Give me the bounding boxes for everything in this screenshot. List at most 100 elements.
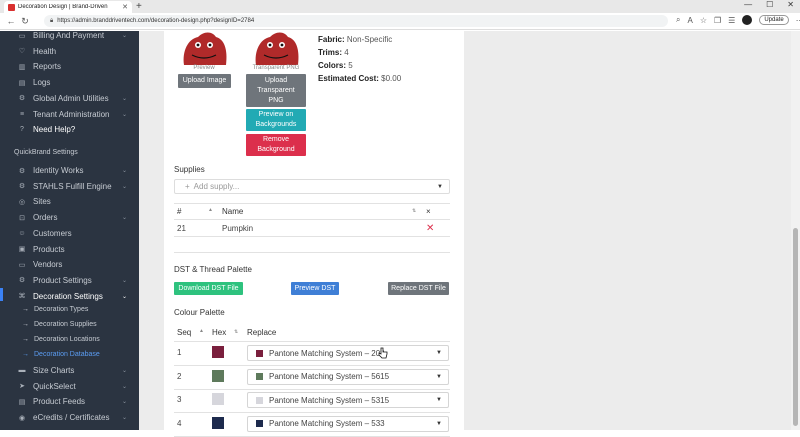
sidebar-item-logs[interactable]: ▤ Logs [0,75,139,90]
sidebar-item-customers[interactable]: ☺ Customers [0,226,139,241]
col-number-header[interactable]: # [177,207,181,216]
sidebar-item-label: Sites [33,197,51,207]
sidebar-item-label: Reports [33,62,62,72]
replace-color-select[interactable]: Pantone Matching System – 208 ▼ [247,345,449,361]
sidebar-subitem-decoration-supplies[interactable]: → Decoration Supplies [22,317,97,331]
col-name-header[interactable]: Name [222,207,243,216]
plus-icon: + [185,182,190,191]
sidebar-subitem-decoration-types[interactable]: → Decoration Types [22,302,88,316]
sidebar-item-label: Billing And Payment [33,31,105,40]
minimize-icon[interactable]: — [744,0,752,9]
window-controls: — ☐ ✕ [744,0,794,9]
sidebar-item-identity-works[interactable]: ⚙ Identity Works ⌄ [0,163,139,178]
sidebar-item-label: QuickSelect [33,381,76,391]
sidebar-item-ecredits-certificates[interactable]: ◉ eCredits / Certificates ⌄ [0,410,139,425]
chevron-down-icon: ⌄ [121,383,127,390]
sidebar-item-need-help[interactable]: ? Need Help? [0,122,139,137]
palette-seq: 4 [177,418,182,428]
replace-color-select[interactable]: Pantone Matching System – 5615 ▼ [247,368,449,385]
scrollbar-thumb[interactable] [793,228,798,426]
upload-image-button[interactable]: Upload Image [178,74,231,88]
remove-supply-icon[interactable]: ✕ [426,223,434,234]
coin-icon: ◉ [18,414,26,422]
color-chip [256,396,263,404]
replace-color-select[interactable]: Pantone Matching System – 5315 ▼ [247,392,449,408]
col-hex-header[interactable]: Hex [212,328,226,337]
sidebar-item-label: STAHLS Fulfill Engine [33,181,112,191]
url-field[interactable]: 🔒︎ https://admin.branddriventech.com/dec… [44,15,668,27]
sidebar-item-tenant-administration[interactable]: ≡ Tenant Administration ⌄ [0,107,139,122]
sidebar-item-product-feeds[interactable]: ▤ Product Feeds ⌄ [0,394,139,409]
sidebar-subitem-label: Decoration Types [34,305,89,313]
profile-avatar[interactable] [742,15,753,25]
command-icon: ⌘ [18,293,26,301]
sort-icon[interactable]: ▲ [199,328,204,334]
supply-name: Pumpkin [222,224,254,233]
download-dst-button[interactable]: Download DST File [174,282,243,295]
sort-icon[interactable]: ⇅ [412,208,416,214]
gear-icon: ⚙ [18,167,26,175]
cursor-icon: ➤ [19,383,25,391]
collections-icon[interactable]: ❐ [714,16,721,25]
sidebar-item-sites[interactable]: ◎ Sites [0,194,139,209]
replace-color-value: Pantone Matching System – 5615 [269,372,390,381]
col-seq-header[interactable]: Seq [177,328,191,337]
page-scrollbar[interactable] [791,31,800,430]
back-icon[interactable]: ← [4,16,18,26]
dst-heading: DST & Thread Palette [174,265,252,274]
update-button[interactable]: Update [759,15,789,25]
chevron-down-icon: ▼ [437,183,443,190]
heart-icon: ♡ [18,48,26,56]
sidebar-item-health[interactable]: ♡ Health [0,44,139,59]
users-icon: ☺ [18,229,26,237]
billing-icon: ▭ [18,32,26,40]
col-replace-header[interactable]: Replace [247,328,276,337]
sidebar-subitem-decoration-locations[interactable]: → Decoration Locations [22,332,100,346]
palette-seq: 2 [177,371,182,381]
add-supply-select[interactable]: + Add supply... ▼ [174,179,450,194]
add-supply-placeholder: Add supply... [193,182,240,191]
favorite-icon[interactable]: ☆ [700,16,707,25]
refresh-icon[interactable]: ↻ [18,16,32,27]
favorites-bar-icon[interactable]: ☰ [728,16,735,25]
sidebar-item-vendors[interactable]: ▭ Vendors [0,257,139,272]
sidebar-item-size-charts[interactable]: ▬ Size Charts ⌄ [0,363,139,378]
sidebar-item-stahls-fulfill-engine[interactable]: ⚙ STAHLS Fulfill Engine ⌄ [0,179,139,194]
chevron-down-icon: ▼ [436,397,442,403]
preview-dst-button[interactable]: Preview DST [291,282,339,295]
arrow-right-icon: → [22,350,29,358]
folder-icon: ▤ [18,398,26,406]
zoom-icon[interactable]: ⌕ [676,15,680,25]
sidebar-item-orders[interactable]: ⊡ Orders ⌄ [0,210,139,225]
divider [174,341,450,342]
chevron-down-icon: ⌄ [121,33,127,39]
remove-background-button[interactable]: Remove Background [246,134,306,156]
sidebar-item-global-admin-utilities[interactable]: ⚙ Global Admin Utilities ⌄ [0,91,139,106]
sidebar-item-product-settings[interactable]: ⚙ Product Settings ⌄ [0,273,139,288]
upload-transparent-button[interactable]: Upload Transparent PNG [246,74,306,107]
menu-icon[interactable]: ⋯ [796,16,800,25]
tab-close-icon[interactable]: ✕ [122,3,128,11]
sidebar-item-billing-and-payment[interactable]: ▭ Billing And Payment ⌄ [0,31,139,43]
sidebar-subitem-decoration-database[interactable]: → Decoration Database [22,347,100,361]
sidebar-item-label: Health [33,46,57,56]
divider [174,236,450,237]
replace-color-select[interactable]: Pantone Matching System – 533 ▼ [247,415,449,432]
sidebar-item-reports[interactable]: ▥ Reports [0,59,139,74]
replace-dst-button[interactable]: Replace DST File [388,282,449,295]
box-icon: ▣ [18,246,26,253]
address-bar-row: ← ↻ 🔒︎ https://admin.branddriventech.com… [0,13,800,30]
read-aloud-icon[interactable]: A [687,16,692,25]
sidebar-item-products[interactable]: ▣ Products [0,242,139,257]
chevron-down-icon: ⌄ [121,368,127,374]
new-tab-icon[interactable]: + [136,1,142,12]
close-window-icon[interactable]: ✕ [787,0,794,9]
chevron-down-icon: ⌄ [121,399,127,406]
maximize-icon[interactable]: ☐ [766,0,773,9]
sidebar-item-label: Products [33,244,65,254]
preview-backgrounds-button[interactable]: Preview on Backgrounds [246,109,306,131]
sidebar-item-quickselect[interactable]: ➤ QuickSelect ⌄ [0,379,139,394]
sort-icon[interactable]: ⇅ [234,329,238,335]
sort-icon[interactable]: ▲ [208,207,213,213]
browser-tab[interactable]: Decoration Design | Brand-Driven ✕ [4,1,132,13]
